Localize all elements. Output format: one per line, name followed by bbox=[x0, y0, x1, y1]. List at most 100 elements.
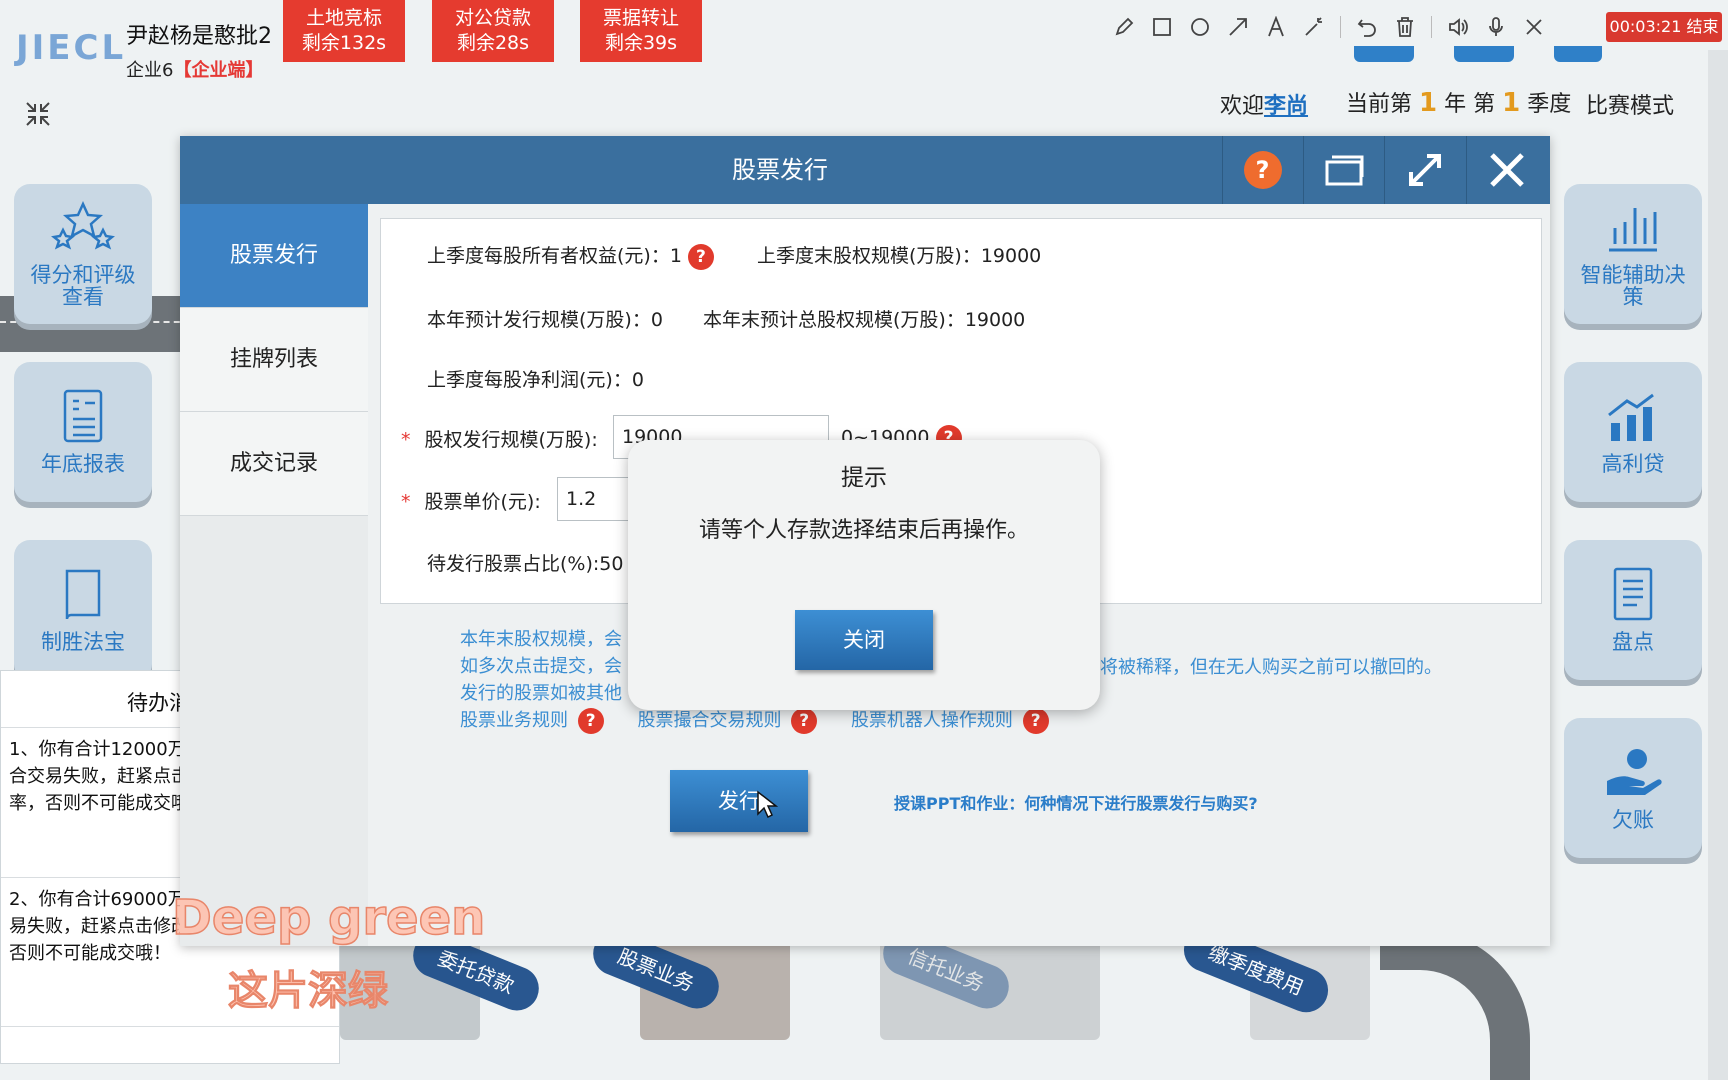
question-icon[interactable]: ? bbox=[791, 708, 818, 734]
question-icon[interactable]: ? bbox=[577, 708, 604, 734]
growth-chart-icon bbox=[1608, 393, 1654, 441]
nav-stock-issue[interactable]: 股票发行 bbox=[180, 204, 368, 308]
session-clock[interactable]: 00:03:21 结束 bbox=[1606, 12, 1722, 42]
field-label: 本年末预计总股权规模(万股)： bbox=[703, 309, 965, 331]
stars-icon bbox=[51, 200, 115, 250]
road-right bbox=[1380, 930, 1530, 1080]
required-mark: * bbox=[401, 429, 411, 451]
close-modal-button[interactable] bbox=[1466, 136, 1546, 204]
timer-corporate-loan[interactable]: 对公贷款 剩余28s bbox=[432, 0, 554, 62]
rule-link[interactable]: 股票机器人操作规则 bbox=[851, 710, 1013, 731]
nav-listing-list[interactable]: 挂牌列表 bbox=[180, 308, 368, 412]
field-value: 50 bbox=[599, 553, 624, 575]
rectangle-icon[interactable] bbox=[1150, 15, 1174, 39]
bar-chart-icon bbox=[1609, 208, 1657, 252]
net-profit-row: 上季度每股净利润(元)：0 bbox=[427, 365, 644, 392]
rule-link[interactable]: 股票撮合交易规则 bbox=[637, 710, 781, 731]
user-name[interactable]: 李尚 bbox=[1264, 94, 1308, 119]
question-icon: ? bbox=[1243, 151, 1282, 189]
field-label: 股权发行规模(万股): bbox=[424, 429, 598, 451]
info-line-tail: 将被稀释，但在无人购买之前可以撤回的。 bbox=[1100, 657, 1442, 678]
tile-label: 年底报表 bbox=[41, 452, 125, 476]
expand-icon bbox=[1408, 154, 1441, 186]
period-prefix: 当前第 bbox=[1346, 92, 1413, 117]
planned-total-row: 本年末预计总股权规模(万股)：19000 bbox=[703, 305, 1025, 332]
tile-smart-decision[interactable]: 智能辅助决策 bbox=[1564, 184, 1702, 324]
pencil-icon[interactable] bbox=[1112, 15, 1136, 39]
total-shares-row: 上季度末股权规模(万股)：19000 bbox=[757, 241, 1041, 268]
tile-high-interest-loan[interactable]: 高利贷 bbox=[1564, 362, 1702, 502]
annotation-toolbar bbox=[1112, 10, 1546, 44]
timer-label: 票据转让 bbox=[602, 7, 679, 29]
year-number: 1 bbox=[1419, 88, 1438, 118]
toolbar-separator bbox=[1340, 16, 1341, 38]
period-text: 当前第 1 年 第 1 季度 bbox=[1346, 86, 1571, 118]
tile-label: 欠账 bbox=[1612, 808, 1654, 832]
timer-label: 对公贷款 bbox=[454, 7, 531, 29]
close-icon bbox=[1489, 153, 1524, 187]
planned-issue-row: 本年预计发行规模(万股)：0 bbox=[427, 305, 663, 332]
undo-icon[interactable] bbox=[1355, 15, 1379, 39]
collapse-icon[interactable] bbox=[24, 100, 52, 128]
modal-side-nav: 股票发行 挂牌列表 成交记录 bbox=[180, 204, 368, 946]
issue-size-row: * 股权发行规模(万股): bbox=[401, 425, 598, 452]
timer-land-bid[interactable]: 土地竞标 剩余132s bbox=[283, 0, 405, 62]
hand-coin-icon bbox=[1607, 749, 1662, 795]
pending-ratio-row: 待发行股票占比(%):50 bbox=[427, 549, 623, 576]
tile-annual-report[interactable]: 年底报表 bbox=[14, 362, 152, 502]
question-icon[interactable]: ? bbox=[1022, 708, 1049, 734]
field-value: 1 bbox=[669, 245, 682, 267]
field-value: 19000 bbox=[964, 309, 1026, 331]
magic-wand-icon[interactable] bbox=[1302, 15, 1326, 39]
rule-link[interactable]: 股票业务规则 bbox=[460, 710, 568, 731]
quarter-number: 1 bbox=[1502, 88, 1521, 118]
ppt-link[interactable]: 授课PPT和作业：何种情况下进行股票发行与购买? bbox=[894, 790, 1258, 814]
top-tab[interactable] bbox=[1354, 46, 1414, 62]
info-line: 本年末股权规模，会 bbox=[460, 629, 622, 650]
field-label: 股票单价(元): bbox=[424, 491, 541, 513]
field-label: 上季度末股权规模(万股)： bbox=[757, 245, 981, 267]
mouse-cursor-icon bbox=[757, 790, 778, 819]
speaker-icon[interactable] bbox=[1446, 15, 1470, 39]
equity-per-share-row: 上季度每股所有者权益(元)：1 ? bbox=[427, 241, 714, 270]
tile-inventory[interactable]: 盘点 bbox=[1564, 540, 1702, 680]
maximize-button[interactable] bbox=[1384, 136, 1464, 204]
tile-label: 得分和评级查看 bbox=[30, 263, 136, 309]
close-toolbar-icon[interactable] bbox=[1522, 15, 1546, 39]
required-mark: * bbox=[401, 491, 411, 513]
tile-debt[interactable]: 欠账 bbox=[1564, 718, 1702, 858]
field-value: 0 bbox=[650, 309, 663, 331]
help-button[interactable]: ? bbox=[1222, 136, 1302, 204]
field-value: 19000 bbox=[980, 245, 1042, 267]
dialog-close-button[interactable]: 关闭 bbox=[795, 610, 933, 670]
field-label: 上季度每股净利润(元)： bbox=[427, 369, 632, 391]
welcome-text: 欢迎李尚 bbox=[1220, 88, 1308, 120]
question-icon[interactable]: ? bbox=[687, 243, 714, 270]
restore-button[interactable] bbox=[1303, 136, 1383, 204]
company-end-tag: 【企业端】 bbox=[173, 60, 264, 81]
field-label: 上季度每股所有者权益(元)： bbox=[427, 245, 670, 267]
tile-winning-guide[interactable]: 制胜法宝 bbox=[14, 540, 152, 680]
welcome-prefix: 欢迎 bbox=[1220, 94, 1265, 119]
issue-button[interactable]: 发行 bbox=[670, 770, 808, 832]
timer-bill-transfer[interactable]: 票据转让 剩余39s bbox=[580, 0, 702, 62]
right-scrollbar[interactable] bbox=[1708, 50, 1728, 1080]
field-label: 待发行股票占比(%): bbox=[427, 553, 600, 575]
company-sub: 企业6【企业端】 bbox=[126, 56, 263, 82]
trash-icon[interactable] bbox=[1393, 15, 1417, 39]
window-icon bbox=[1325, 155, 1363, 186]
tile-score-rating[interactable]: 得分和评级查看 bbox=[14, 184, 152, 324]
info-notes: 本年末股权规模，会 如多次点击提交，会 发行的股票如被其他 bbox=[460, 626, 622, 707]
microphone-icon[interactable] bbox=[1484, 15, 1508, 39]
circle-icon[interactable] bbox=[1188, 15, 1212, 39]
arrow-icon[interactable] bbox=[1226, 15, 1250, 39]
top-tab[interactable] bbox=[1554, 46, 1602, 62]
tile-label: 智能辅助决策 bbox=[1580, 263, 1686, 309]
dialog-title: 提示 bbox=[841, 465, 887, 491]
nav-trade-records[interactable]: 成交记录 bbox=[180, 412, 368, 516]
subtitle-english: Deep green bbox=[171, 889, 486, 947]
text-icon[interactable] bbox=[1264, 15, 1288, 39]
field-label: 本年预计发行规模(万股)： bbox=[427, 309, 651, 331]
company-name: 尹赵杨是憨批2 bbox=[126, 24, 272, 49]
top-tab[interactable] bbox=[1454, 46, 1514, 62]
